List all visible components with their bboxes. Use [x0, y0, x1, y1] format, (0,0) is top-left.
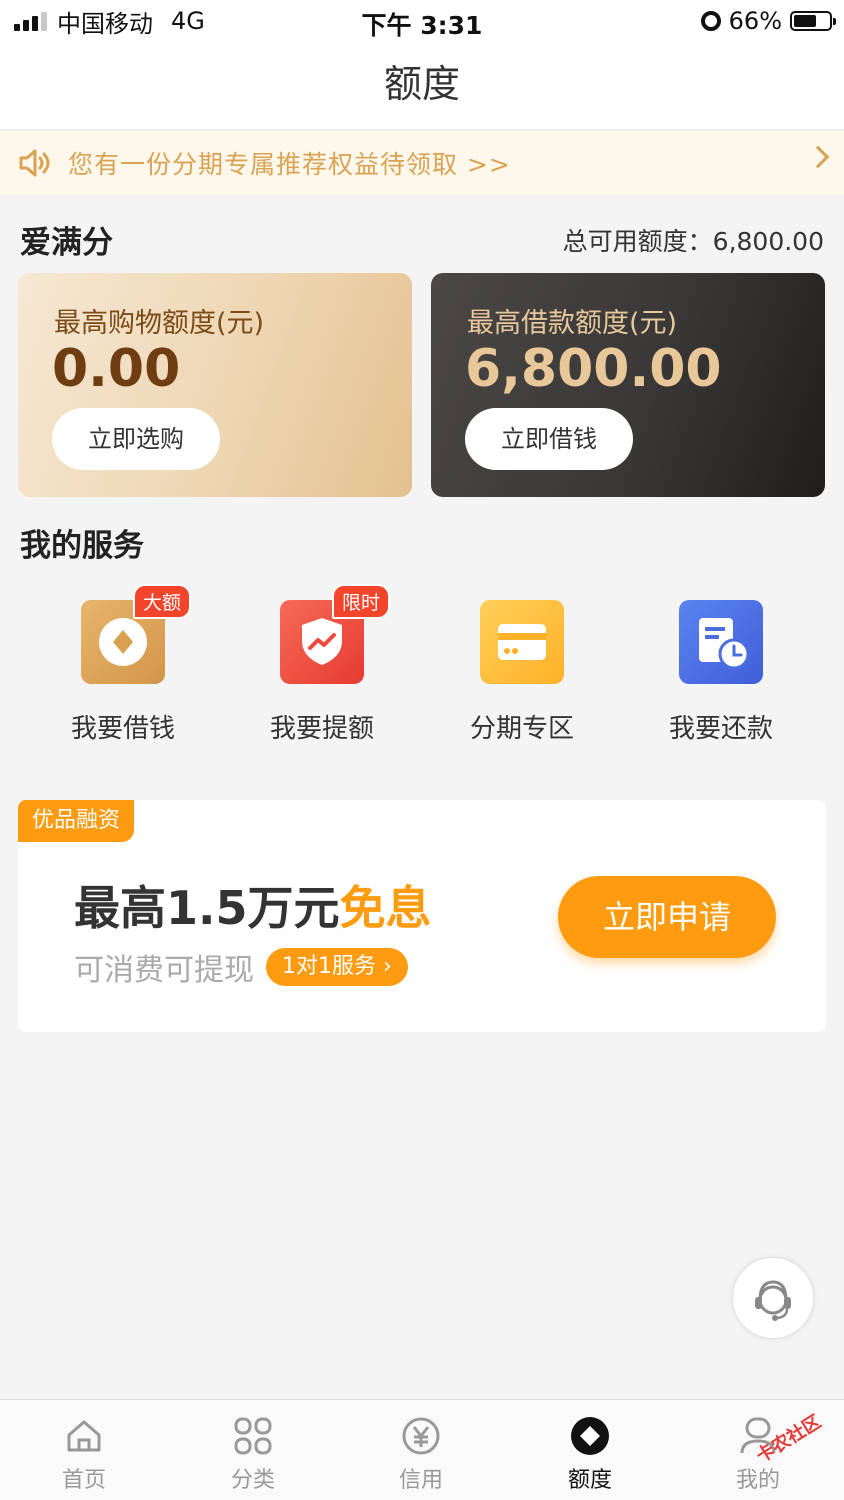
home-icon	[62, 1414, 106, 1458]
page-title: 额度	[383, 62, 460, 106]
tab-quota[interactable]: 额度	[530, 1414, 650, 1494]
borrow-now-button[interactable]: 立即借钱	[465, 408, 633, 470]
alarm-icon	[700, 11, 721, 31]
notice-text: 您有一份分期专属推荐权益待领取 >>	[68, 150, 511, 179]
shopping-credit-label: 最高购物额度(元)	[54, 308, 265, 339]
promo-sub-text: 可消费可提现	[74, 953, 254, 988]
shopping-credit-amount: 0.00	[52, 339, 181, 399]
tab-home[interactable]: 首页	[24, 1414, 144, 1494]
promo-headline-highlight: 免息	[339, 881, 432, 935]
service-label: 我要还款	[668, 714, 773, 744]
chevron-right-icon	[806, 145, 830, 169]
credit-section: 爱满分 总可用额度：6,800.00 最高购物额度(元) 0.00 立即选购 最…	[0, 195, 844, 505]
status-right: 66%	[700, 6, 836, 36]
services-title: 我的服务	[20, 528, 144, 564]
coin-icon: 大额	[81, 584, 192, 684]
loan-credit-card: 最高借款额度(元) 6,800.00 立即借钱	[431, 273, 825, 497]
promo-tag: 优品融资	[18, 800, 135, 842]
loan-credit-amount: 6,800.00	[465, 339, 722, 399]
tab-label: 信用	[398, 1468, 443, 1493]
nav-bar: 额度	[0, 44, 844, 130]
tab-category[interactable]: 分类	[193, 1414, 313, 1494]
credit-title: 爱满分	[20, 225, 113, 261]
speaker-icon	[18, 148, 52, 178]
apply-now-button[interactable]: 立即申请	[558, 876, 776, 958]
total-credit: 总可用额度：6,800.00	[562, 227, 824, 256]
status-bar: 中国移动 4G 下午 3:31 66%	[0, 0, 844, 44]
tab-bar: 首页 分类 信用 额度 我的	[0, 1399, 844, 1500]
one-on-one-service-link[interactable]: 1对1服务 ›	[266, 948, 408, 986]
shopping-credit-card: 最高购物额度(元) 0.00 立即选购	[18, 273, 412, 497]
yen-icon	[399, 1414, 443, 1458]
service-badge: 大额	[133, 584, 192, 619]
service-badge: 限时	[332, 584, 391, 619]
service-label: 分期专区	[469, 714, 574, 744]
bill-clock-icon	[679, 600, 763, 684]
service-borrow[interactable]: 大额 我要借钱	[43, 584, 203, 745]
loan-credit-label: 最高借款额度(元)	[467, 308, 678, 339]
promo-card[interactable]: 优品融资 最高1.5万元免息 可消费可提现 1对1服务 › 立即申请	[18, 800, 826, 1032]
shop-now-button[interactable]: 立即选购	[52, 408, 220, 470]
promo-headline: 最高1.5万元免息	[74, 872, 432, 938]
notice-banner[interactable]: 您有一份分期专属推荐权益待领取 >>	[0, 131, 844, 195]
service-label: 我要提额	[269, 714, 374, 744]
tab-credit[interactable]: 信用	[361, 1414, 481, 1494]
service-raise-limit[interactable]: 限时 我要提额	[242, 584, 402, 745]
promo-subline: 可消费可提现 1对1服务 ›	[74, 945, 408, 989]
diamond-icon	[568, 1414, 612, 1458]
service-installment[interactable]: 分期专区	[442, 600, 602, 745]
service-repay[interactable]: 我要还款	[641, 600, 801, 745]
service-label: 我要借钱	[70, 714, 175, 744]
promo-headline-prefix: 最高1.5万元	[74, 881, 340, 935]
battery-icon	[790, 11, 836, 31]
battery-percent: 66%	[728, 7, 782, 35]
card-icon	[480, 600, 564, 684]
tab-label: 额度	[567, 1468, 612, 1493]
customer-service-button[interactable]	[733, 1258, 813, 1338]
tab-label: 分类	[230, 1468, 275, 1493]
headset-icon	[755, 1280, 791, 1321]
grid-icon	[231, 1414, 275, 1458]
shield-chart-icon: 限时	[280, 584, 391, 684]
tab-label: 首页	[61, 1468, 106, 1493]
tab-label: 我的	[735, 1468, 780, 1493]
